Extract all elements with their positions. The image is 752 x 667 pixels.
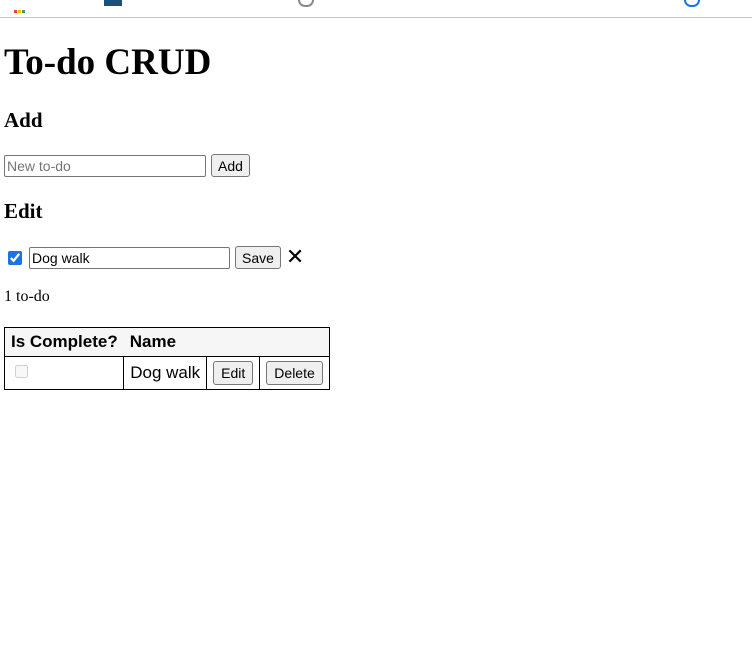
cell-name: Dog walk (123, 356, 208, 390)
edit-section-title: Edit (4, 199, 43, 223)
add-section-title: Add (4, 108, 43, 132)
row-complete-checkbox (15, 365, 28, 378)
todo-count: 1 to-do (4, 288, 50, 305)
close-icon[interactable]: ✕ (286, 246, 304, 269)
table-row: Dog walk Edit Delete (3, 356, 330, 390)
apps-grid-icon[interactable] (14, 0, 26, 13)
save-button[interactable]: Save (235, 246, 281, 269)
bookmarks-bar (0, 0, 752, 18)
edit-complete-checkbox[interactable] (8, 250, 22, 265)
todo-table: Is Complete? Name Dog walk Edit Delete (3, 327, 330, 390)
bookmark-icon[interactable] (104, 0, 122, 6)
edit-button[interactable]: Edit (213, 361, 254, 385)
cell-edit: Edit (206, 356, 261, 390)
edit-form: Save ✕ (4, 246, 304, 269)
bookmark-globe-icon[interactable] (298, 0, 314, 7)
delete-button[interactable]: Delete (266, 361, 323, 385)
column-header-edit (206, 327, 260, 357)
table-header-row: Is Complete? Name (4, 327, 330, 357)
column-header-name: Name (123, 327, 207, 357)
add-form: Add (4, 154, 250, 177)
bookmark-google-icon[interactable] (684, 0, 700, 7)
new-todo-input[interactable] (4, 154, 206, 177)
column-header-is-complete: Is Complete? (4, 327, 124, 357)
cell-delete: Delete (259, 356, 330, 390)
edit-todo-input[interactable] (29, 246, 230, 269)
add-button[interactable]: Add (211, 154, 250, 177)
column-header-delete (259, 327, 330, 357)
cell-is-complete (3, 356, 125, 390)
page-title: To-do CRUD (4, 42, 212, 83)
